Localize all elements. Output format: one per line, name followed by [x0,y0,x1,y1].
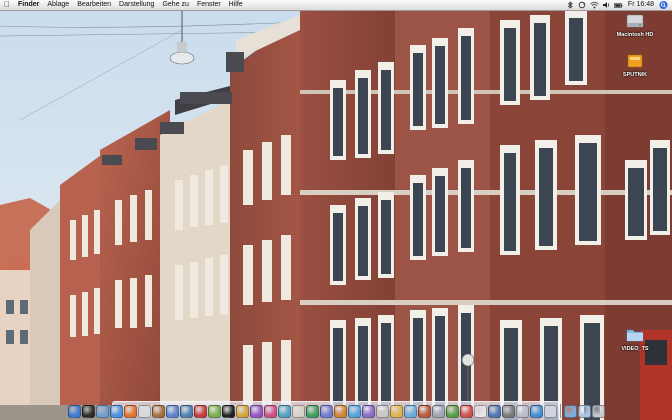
app-icon[interactable] [529,404,543,418]
desktop-icon-video-ts[interactable]: VIDEO_TS [612,326,658,352]
ichat-icon[interactable] [137,404,151,418]
app-icon[interactable] [361,404,375,418]
app-icon[interactable] [445,404,459,418]
desktop-wallpaper [0,0,672,420]
app-icon[interactable] [487,404,501,418]
trash-icon[interactable] [591,404,605,418]
app-icon[interactable] [431,404,445,418]
wifi-icon[interactable] [590,1,599,10]
volume-icon[interactable] [602,1,611,10]
safari-icon[interactable] [109,404,123,418]
folder-icon[interactable] [577,404,591,418]
app-icon[interactable] [515,404,529,418]
desktop-icon-label: VIDEO_TS [621,346,649,352]
menu-hilfe[interactable]: Hilfe [225,0,247,10]
street-scene [0,0,672,420]
firefox-icon[interactable] [123,404,137,418]
desktop-icon-macintosh-hd[interactable]: Macintosh HD [612,12,658,38]
apple-icon[interactable]:  [0,0,14,10]
app-icon[interactable] [389,404,403,418]
app-icon[interactable] [417,404,431,418]
app-icon[interactable] [347,404,361,418]
app-icon[interactable] [305,404,319,418]
sync-icon[interactable] [578,1,587,10]
dock [67,401,605,420]
menubar-status-area: Fr 16:48 [566,0,672,10]
app-icon[interactable] [375,404,389,418]
desktop-icon-sputnik[interactable]: SPUTNIK [612,52,658,78]
menu-finder[interactable]: Finder [14,0,43,10]
terminal-icon[interactable] [221,404,235,418]
preview-icon[interactable] [207,404,221,418]
hard-drive-icon [626,12,644,30]
ical-icon[interactable] [193,404,207,418]
iphoto-icon[interactable] [179,404,193,418]
app-icon[interactable] [235,404,249,418]
addressbook-icon[interactable] [151,404,165,418]
spotlight-icon[interactable] [659,0,668,10]
app-icon[interactable] [459,404,473,418]
desktop-icon-label: SPUTNIK [622,72,648,78]
app-icon[interactable] [333,404,347,418]
menu-gehe-zu[interactable]: Gehe zu [158,0,192,10]
menu-bearbeiten[interactable]: Bearbeiten [73,0,115,10]
app-icon[interactable] [319,404,333,418]
dock-separator [559,404,561,418]
dashboard-icon[interactable] [81,404,95,418]
app-icon[interactable] [291,404,305,418]
bluetooth-icon[interactable] [566,1,575,10]
menubar-clock[interactable]: Fr 16:48 [626,0,656,10]
itunes-icon[interactable] [165,404,179,418]
app-icon[interactable] [277,404,291,418]
drive-icon [626,52,644,70]
battery-icon[interactable] [614,1,623,10]
desktop-icon-label: Macintosh HD [616,32,654,38]
app-icon[interactable] [403,404,417,418]
folder-icon[interactable] [563,404,577,418]
finder-icon[interactable] [67,404,81,418]
app-icon[interactable] [263,404,277,418]
app-icon[interactable] [501,404,515,418]
app-icon[interactable] [249,404,263,418]
menu-fenster[interactable]: Fenster [193,0,225,10]
menu-bar:  Finder Ablage Bearbeiten Darstellung G… [0,0,672,11]
app-icon[interactable] [543,404,557,418]
app-icon[interactable] [473,404,487,418]
mail-icon[interactable] [95,404,109,418]
menu-darstellung[interactable]: Darstellung [115,0,158,10]
menu-ablage[interactable]: Ablage [43,0,73,10]
folder-icon [626,326,644,344]
